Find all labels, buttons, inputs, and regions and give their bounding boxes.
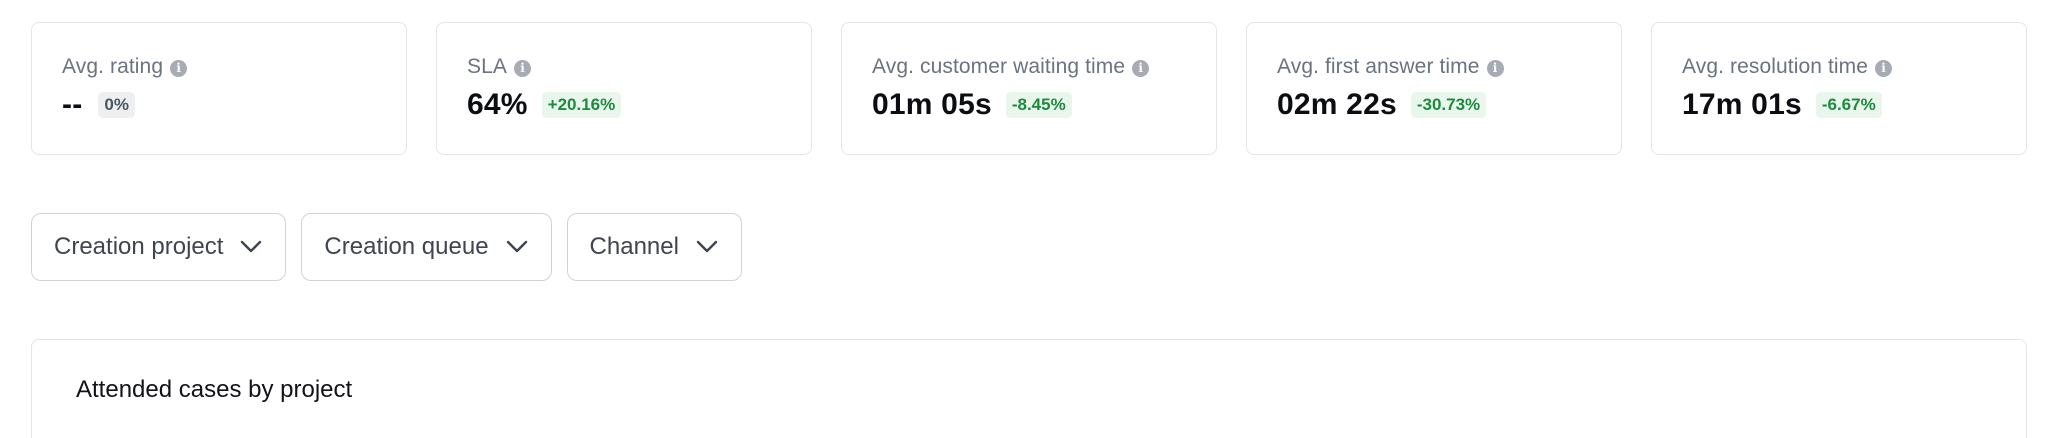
kpi-value: 17m 01s xyxy=(1682,88,1802,121)
filter-label: Creation project xyxy=(54,233,224,260)
info-icon[interactable]: i xyxy=(1486,59,1504,77)
info-icon[interactable]: i xyxy=(170,59,188,77)
chevron-down-icon xyxy=(505,235,529,259)
kpi-value-row: -- 0% xyxy=(62,88,406,122)
filter-bar: Creation project Creation queue Channel xyxy=(31,213,742,281)
kpi-card-avg-customer-waiting-time: Avg. customer waiting time i 01m 05s -8.… xyxy=(841,22,1217,155)
filter-channel-dropdown[interactable]: Channel xyxy=(566,213,742,281)
kpi-label: Avg. rating xyxy=(62,55,164,78)
kpi-row: Avg. rating i -- 0% SLA i 64% +20.16% Av… xyxy=(31,22,2027,155)
kpi-change-badge: -6.67% xyxy=(1815,92,1882,118)
kpi-label-row: Avg. rating i xyxy=(62,55,406,79)
kpi-label-row: Avg. first answer time i xyxy=(1277,55,1621,79)
kpi-value-row: 02m 22s -30.73% xyxy=(1277,88,1621,122)
kpi-change-badge: -30.73% xyxy=(1410,92,1487,118)
kpi-label: Avg. resolution time xyxy=(1682,55,1869,78)
attended-cases-chart-card: Attended cases by project xyxy=(31,339,2027,438)
kpi-card-avg-resolution-time: Avg. resolution time i 17m 01s -6.67% xyxy=(1651,22,2027,155)
kpi-label: SLA xyxy=(467,55,507,78)
chevron-down-icon xyxy=(239,235,263,259)
filter-creation-queue-dropdown[interactable]: Creation queue xyxy=(301,213,552,281)
kpi-value: 64% xyxy=(467,88,528,121)
kpi-change-badge: -8.45% xyxy=(1005,92,1072,118)
kpi-change-badge: +20.16% xyxy=(541,92,622,118)
filter-label: Channel xyxy=(589,233,679,260)
kpi-label: Avg. first answer time xyxy=(1277,55,1480,78)
kpi-value: 02m 22s xyxy=(1277,88,1397,121)
kpi-value-row: 01m 05s -8.45% xyxy=(872,88,1216,122)
kpi-card-avg-rating: Avg. rating i -- 0% xyxy=(31,22,407,155)
kpi-label-row: SLA i xyxy=(467,55,811,79)
kpi-value: 01m 05s xyxy=(872,88,992,121)
kpi-label: Avg. customer waiting time xyxy=(872,55,1126,78)
chevron-down-icon xyxy=(695,235,719,259)
filter-label: Creation queue xyxy=(324,233,489,260)
chart-title: Attended cases by project xyxy=(76,376,353,403)
info-icon[interactable]: i xyxy=(1132,59,1150,77)
kpi-change-badge: 0% xyxy=(98,92,135,118)
kpi-card-sla: SLA i 64% +20.16% xyxy=(436,22,812,155)
kpi-card-avg-first-answer-time: Avg. first answer time i 02m 22s -30.73% xyxy=(1246,22,1622,155)
filter-creation-project-dropdown[interactable]: Creation project xyxy=(31,213,287,281)
kpi-label-row: Avg. resolution time i xyxy=(1682,55,2026,79)
kpi-value: -- xyxy=(62,88,83,121)
kpi-value-row: 17m 01s -6.67% xyxy=(1682,88,2026,122)
info-icon[interactable]: i xyxy=(514,59,531,77)
kpi-label-row: Avg. customer waiting time i xyxy=(872,55,1216,79)
dashboard: Avg. rating i -- 0% SLA i 64% +20.16% Av… xyxy=(0,0,2048,438)
info-icon[interactable]: i xyxy=(1875,59,1893,77)
kpi-value-row: 64% +20.16% xyxy=(467,88,811,122)
